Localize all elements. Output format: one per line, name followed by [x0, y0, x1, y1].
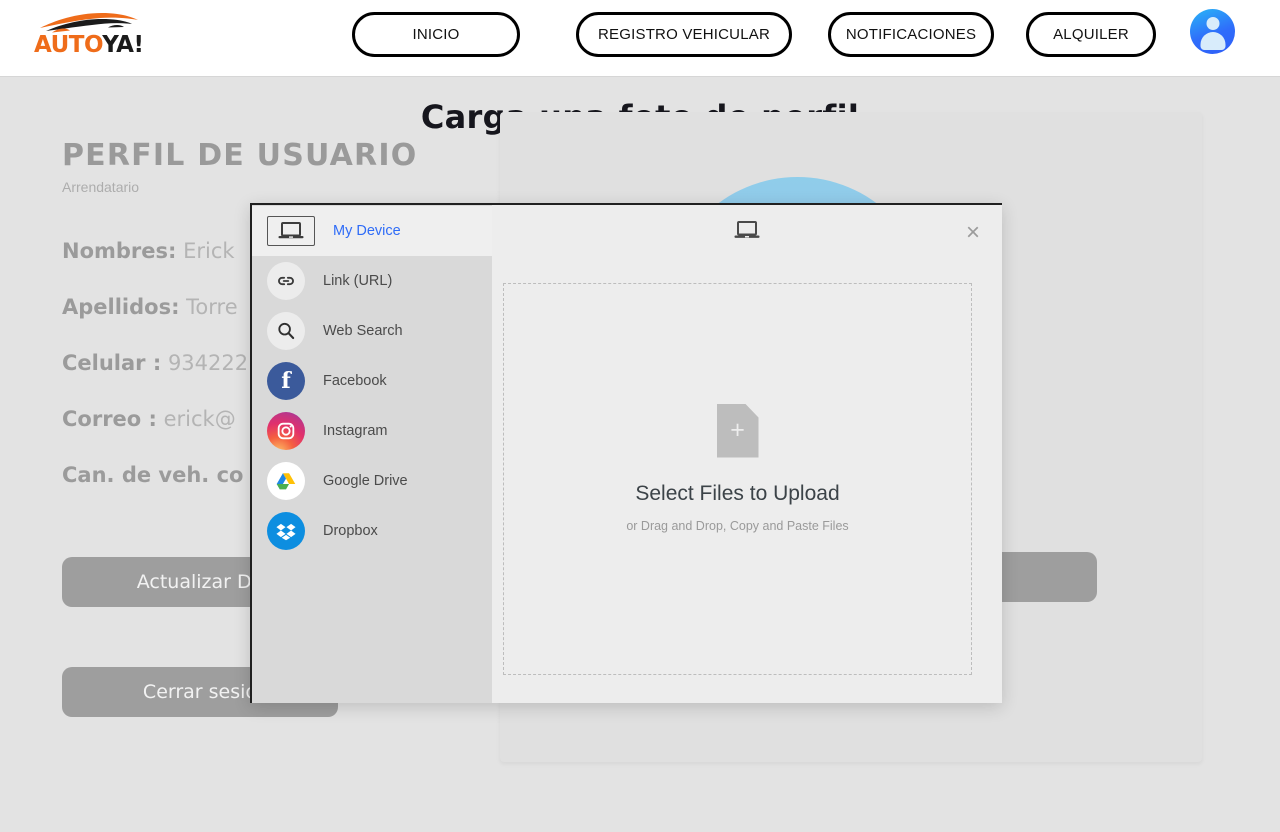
link-icon [267, 262, 305, 300]
nav-inicio[interactable]: INICIO [352, 12, 520, 57]
source-item-dropbox[interactable]: Dropbox [252, 506, 492, 556]
source-item-google-drive-label: Google Drive [323, 473, 408, 489]
dropzone-content: + Select Files to Upload or Drag and Dro… [626, 403, 849, 533]
source-item-facebook[interactable]: f Facebook [252, 356, 492, 406]
source-item-dropbox-label: Dropbox [323, 523, 378, 539]
brand-logo[interactable]: AUTOYA! [32, 10, 144, 66]
nav-registro-vehicular[interactable]: REGISTRO VEHICULAR [576, 12, 792, 57]
source-item-facebook-label: Facebook [323, 373, 387, 389]
profile-subheading: Arrendatario [62, 179, 140, 195]
source-item-instagram[interactable]: Instagram [252, 406, 492, 456]
source-item-google-drive[interactable]: Google Drive [252, 456, 492, 506]
file-uploader-dialog: My Device Link (URL) Web Search f Facebo… [250, 203, 1002, 703]
field-cantidad-vehiculos-label: Can. de veh. co [62, 463, 244, 487]
source-item-web-search[interactable]: Web Search [252, 306, 492, 356]
plus-glyph: + [730, 416, 745, 444]
avatar-body [1200, 32, 1225, 50]
source-item-instagram-label: Instagram [323, 423, 388, 439]
field-nombres-value: Erick [183, 239, 235, 263]
dropzone-title: Select Files to Upload [635, 481, 840, 505]
dropzone-subtitle: or Drag and Drop, Copy and Paste Files [626, 518, 849, 533]
profile-heading: PERFIL DE USUARIO [62, 138, 418, 173]
file-dropzone[interactable]: + Select Files to Upload or Drag and Dro… [503, 283, 972, 675]
field-celular-value: 934222 [167, 351, 249, 375]
source-item-link-url[interactable]: Link (URL) [252, 256, 492, 306]
uploader-main-panel: × + Select Files to Upload or Drag and D… [492, 205, 1002, 703]
close-icon[interactable]: × [957, 217, 989, 249]
source-item-web-search-label: Web Search [323, 323, 403, 339]
field-correo-label: Correo : [62, 407, 157, 431]
uploader-source-sidebar: My Device Link (URL) Web Search f Facebo… [250, 205, 492, 703]
field-apellidos-value: Torre [186, 295, 238, 319]
nav-notificaciones[interactable]: NOTIFICACIONES [828, 12, 994, 57]
field-correo-value: erick@ [163, 407, 236, 431]
field-nombres-label: Nombres: [62, 239, 177, 263]
app-root: AUTOYA! INICIO REGISTRO VEHICULAR NOTIFI… [0, 0, 1280, 832]
source-item-my-device[interactable]: My Device [252, 206, 492, 256]
field-celular-label: Celular : [62, 351, 162, 375]
dropbox-icon [267, 512, 305, 550]
brand-wordmark: AUTOYA! [34, 32, 144, 58]
file-add-icon: + [716, 403, 759, 458]
nav-alquiler[interactable]: ALQUILER [1026, 12, 1156, 57]
avatar-head [1206, 17, 1219, 30]
brand-name-part1: AUTO [34, 32, 103, 58]
laptop-icon [267, 216, 315, 246]
source-item-my-device-label: My Device [333, 223, 401, 239]
source-item-link-url-label: Link (URL) [323, 273, 393, 289]
user-avatar-icon[interactable] [1190, 9, 1235, 54]
search-icon [267, 312, 305, 350]
instagram-icon [267, 412, 305, 450]
laptop-icon [734, 221, 760, 246]
facebook-icon: f [267, 362, 305, 400]
top-navigation-bar: AUTOYA! INICIO REGISTRO VEHICULAR NOTIFI… [0, 0, 1280, 77]
brand-name-part2: YA! [102, 32, 144, 58]
uploader-header: × [492, 205, 1002, 261]
google-drive-icon [267, 462, 305, 500]
field-apellidos-label: Apellidos: [62, 295, 180, 319]
